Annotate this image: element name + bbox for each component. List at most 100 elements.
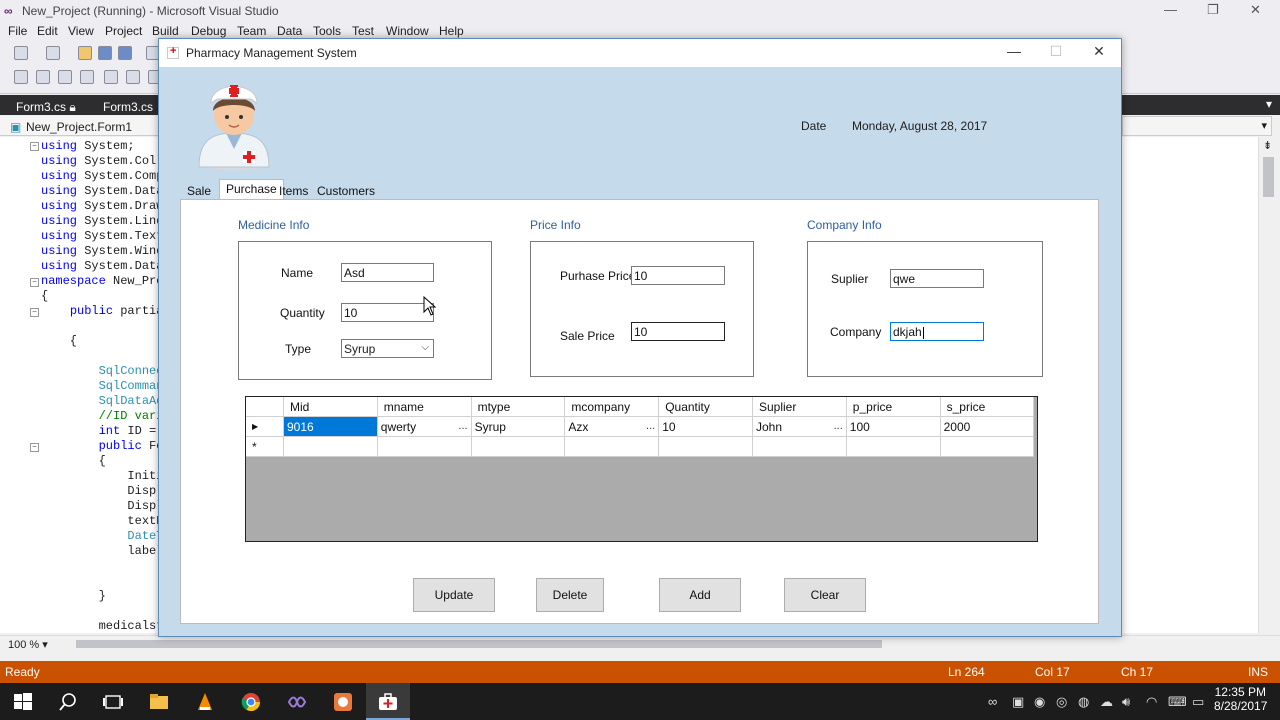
grid-cell-mcompany[interactable]: Azx... [565,417,660,437]
toolbar-icon-e[interactable] [104,70,118,84]
open-folder-icon[interactable] [78,46,92,60]
grid-new-row-cell[interactable] [753,437,847,457]
close-icon[interactable]: ✕ [1250,2,1261,18]
updater-tray-icon[interactable]: ◍ [1078,694,1089,710]
ellipsis-icon[interactable]: ... [834,420,843,432]
wifi-icon[interactable]: ◠ [1146,694,1157,710]
tab-items[interactable]: Items [273,182,314,200]
sale-price-input[interactable] [631,322,725,341]
update-button[interactable]: Update [413,578,495,612]
tab-sale[interactable]: Sale [181,182,217,200]
grid-cell-mname[interactable]: qwerty... [377,417,472,437]
menu-build[interactable]: Build [152,24,179,38]
save-all-icon[interactable] [118,46,132,60]
toolbar-icon-f[interactable] [126,70,140,84]
menu-project[interactable]: Project [105,24,142,38]
save-icon[interactable] [98,46,112,60]
pharmacy-app-task[interactable] [366,683,410,720]
vlc-icon[interactable] [194,691,216,713]
grid-new-row-cell[interactable] [846,437,941,457]
grid-column-header-p-price[interactable]: p_price [846,397,941,417]
collapse-icon[interactable]: − [30,308,39,317]
onedrive-icon[interactable]: ☁ [1100,694,1113,710]
name-input[interactable] [341,263,434,282]
menu-debug[interactable]: Debug [191,24,226,38]
ellipsis-icon[interactable]: ... [646,420,655,432]
search-icon[interactable] [57,691,79,713]
file-explorer-icon[interactable] [148,691,170,713]
new-project-icon[interactable] [46,46,60,60]
vs-navigation-bar[interactable]: ▣ New_Project.Form1 [0,116,160,136]
taskbar-clock[interactable]: 12:35 PM 8/28/2017 [1214,685,1267,713]
collapse-icon[interactable]: − [30,443,39,452]
language-icon[interactable]: ⌨ [1168,694,1187,710]
tab-customers[interactable]: Customers [311,182,381,200]
grid-new-row-cell[interactable] [940,437,1035,457]
purchase-price-input[interactable] [631,266,725,285]
scrollbar-thumb[interactable] [1263,157,1274,197]
horizontal-scrollbar-thumb[interactable] [76,640,882,648]
grid-cell-p-price[interactable]: 100 [846,417,941,437]
task-view-icon[interactable] [102,691,124,713]
type-dropdown[interactable]: Syrup ⌵ [341,339,434,358]
menu-team[interactable]: Team [237,24,266,38]
notifications-icon[interactable]: ▭ [1192,694,1204,710]
restore-icon[interactable]: ❐ [1207,2,1219,18]
toolbar-icon-d[interactable] [80,70,94,84]
ellipsis-icon[interactable]: ... [458,420,467,432]
vertical-scrollbar[interactable]: ⇟ [1258,137,1278,633]
collapse-icon[interactable]: − [30,278,39,287]
grid-corner-header[interactable] [246,397,284,417]
windows-start-icon[interactable] [12,691,34,713]
grid-new-row-cell[interactable] [659,437,753,457]
doc-tab-form3-design[interactable]: Form3.cs [D [97,98,160,128]
menu-tools[interactable]: Tools [313,24,341,38]
tab-dropdown-icon[interactable]: ▾ [1266,97,1272,111]
media-app-icon[interactable] [332,691,354,713]
app-tray-icon[interactable]: ▣ [1012,694,1024,710]
menu-window[interactable]: Window [386,24,429,38]
grid-column-header-suplier[interactable]: Suplier [753,397,847,417]
minimize-icon[interactable]: — [1164,2,1177,17]
zoom-level[interactable]: 100 % ▾ [8,638,48,651]
grid-cell-s-price[interactable]: 2000 [940,417,1035,437]
grid-column-header-quantity[interactable]: Quantity [659,397,753,417]
back-icon[interactable] [14,46,28,60]
grid-column-header-s-price[interactable]: s_price [940,397,1035,417]
grid-new-row-cell[interactable] [284,437,378,457]
grid-row-header-current[interactable]: ▶ [246,417,284,437]
chrome-icon[interactable] [240,691,262,713]
doc-tab-form3-code[interactable]: Form3.cs 🔒︎ [10,98,82,116]
close-button[interactable]: ✕ [1084,43,1114,63]
steam-tray-icon[interactable]: ◎ [1056,694,1067,710]
volume-icon[interactable]: 🔊︎ [1122,694,1130,710]
toolbar-icon-c[interactable] [58,70,72,84]
collapse-icon[interactable]: − [30,142,39,151]
grid-column-header-mid[interactable]: Mid [284,397,378,417]
code-editor-right[interactable] [1122,137,1258,633]
grid-cell-suplier[interactable]: John... [753,417,847,437]
menu-file[interactable]: File [8,24,27,38]
clear-button[interactable]: Clear [784,578,866,612]
grid-new-row-cell[interactable] [377,437,472,457]
grid-cell-quantity[interactable]: 10 [659,417,753,437]
vs-navigation-member-dropdown[interactable]: ▾ [1122,116,1272,136]
purchase-data-grid[interactable]: Mid mname mtype mcompany Quantity Suplier p_pr… [245,396,1038,542]
minimize-button[interactable]: — [999,43,1029,63]
delete-button[interactable]: Delete [536,578,604,612]
visual-studio-icon[interactable] [286,691,308,713]
grid-cell-mid[interactable]: 9016 [284,417,378,437]
toolbar-icon-a[interactable] [14,70,28,84]
company-input[interactable]: dkjah [890,322,984,341]
grid-column-header-mcompany[interactable]: mcompany [565,397,660,417]
grid-column-header-mname[interactable]: mname [377,397,472,417]
grid-new-row-cell[interactable] [471,437,566,457]
menu-data[interactable]: Data [277,24,302,38]
add-button[interactable]: Add [659,578,741,612]
toolbar-icon-b[interactable] [36,70,50,84]
menu-edit[interactable]: Edit [37,24,58,38]
grid-row-header-new[interactable]: * [246,437,284,457]
grid-column-header-mtype[interactable]: mtype [471,397,566,417]
split-icon[interactable]: ⇟ [1263,139,1272,152]
grid-cell-mtype[interactable]: Syrup [471,417,566,437]
